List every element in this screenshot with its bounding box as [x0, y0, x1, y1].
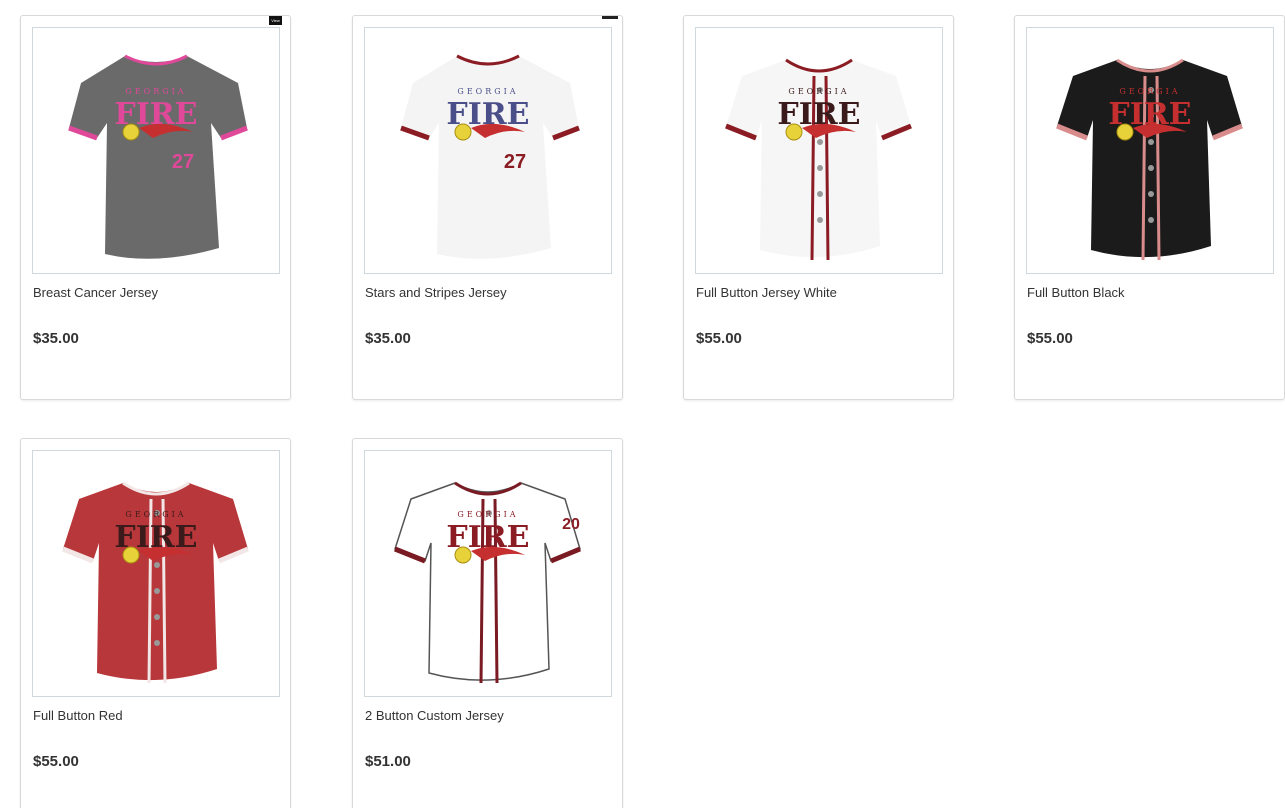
jersey-button — [154, 562, 160, 568]
jersey-number: 27 — [172, 151, 194, 173]
logo-top-text: GEORGIA — [457, 87, 518, 96]
product-card[interactable]: GEORGIA FIRE 27 View Breast Cancer Jersey … — [20, 15, 291, 400]
softball-icon — [454, 123, 472, 141]
softball-icon — [1116, 123, 1134, 141]
softball-icon — [122, 123, 140, 141]
product-image[interactable]: GEORGIA FIRE — [32, 450, 280, 697]
product-image[interactable]: GEORGIA FIRE — [1026, 27, 1274, 274]
product-image[interactable]: GEORGIA FIRE 27 — [364, 27, 612, 274]
product-card[interactable]: GEORGIA FIRE 27 Stars and Stripes Jersey $… — [352, 15, 623, 400]
jersey-illustration: GEORGIAFIRE — [62, 481, 249, 684]
logo-top-text: GEORGIA — [788, 87, 849, 96]
product-name[interactable]: Full Button Black — [1027, 285, 1125, 300]
product-price: $51.00 — [365, 753, 411, 770]
jersey-button — [154, 640, 160, 646]
product-name[interactable]: Breast Cancer Jersey — [33, 285, 158, 300]
jersey-illustration: GEORGIAFIRE27 — [400, 54, 580, 259]
product-price: $55.00 — [33, 753, 79, 770]
product-name[interactable]: Stars and Stripes Jersey — [365, 285, 507, 300]
product-image[interactable]: GEORGIA FIRE — [695, 27, 943, 274]
jersey-illustration: GEORGIAFIRE — [725, 58, 912, 261]
product-name[interactable]: Full Button Red — [33, 708, 123, 723]
product-card[interactable]: GEORGIA FIRE Full Button Black $55.00 — [1014, 15, 1285, 400]
product-card[interactable]: GEORGIA FIRE Full Button Jersey White $55… — [683, 15, 954, 400]
jersey-button — [1148, 165, 1154, 171]
jersey-number: 20 — [562, 516, 580, 533]
jersey-button — [817, 165, 823, 171]
softball-icon — [785, 123, 803, 141]
logo-top-text: GEORGIA — [125, 510, 186, 519]
jersey-button — [817, 191, 823, 197]
product-price: $35.00 — [33, 330, 79, 347]
jersey-button — [154, 588, 160, 594]
product-name[interactable]: 2 Button Custom Jersey — [365, 708, 504, 723]
view-badge[interactable]: View — [269, 16, 282, 25]
jersey-button — [817, 139, 823, 145]
product-price: $35.00 — [365, 330, 411, 347]
product-price: $55.00 — [696, 330, 742, 347]
product-image[interactable]: GEORGIA FIRE 27 — [32, 27, 280, 274]
product-card[interactable]: GEORGIA FIRE 20 2 Button Custom Jersey $51… — [352, 438, 623, 808]
logo-top-text: GEORGIA — [1119, 87, 1180, 96]
logo-top-text: GEORGIA — [125, 87, 186, 96]
jersey-button — [1148, 191, 1154, 197]
jersey-illustration: GEORGIAFIRE 20 — [394, 481, 581, 684]
softball-icon — [122, 546, 140, 564]
product-price: $55.00 — [1027, 330, 1073, 347]
jersey-button — [1148, 139, 1154, 145]
jersey-illustration: GEORGIAFIRE27 — [68, 54, 248, 259]
logo-top-text: GEORGIA — [457, 510, 518, 519]
jersey-number: 27 — [504, 151, 526, 173]
softball-icon — [454, 546, 472, 564]
jersey-button — [1148, 217, 1154, 223]
product-name[interactable]: Full Button Jersey White — [696, 285, 837, 300]
product-card[interactable]: GEORGIA FIRE Full Button Red $55.00 — [20, 438, 291, 808]
jersey-illustration: GEORGIAFIRE — [1056, 58, 1243, 261]
overlay-bar — [602, 16, 618, 19]
product-image[interactable]: GEORGIA FIRE 20 — [364, 450, 612, 697]
product-grid: GEORGIA FIRE 27 View Breast Cancer Jersey … — [0, 0, 1285, 808]
jersey-button — [154, 614, 160, 620]
jersey-button — [817, 217, 823, 223]
